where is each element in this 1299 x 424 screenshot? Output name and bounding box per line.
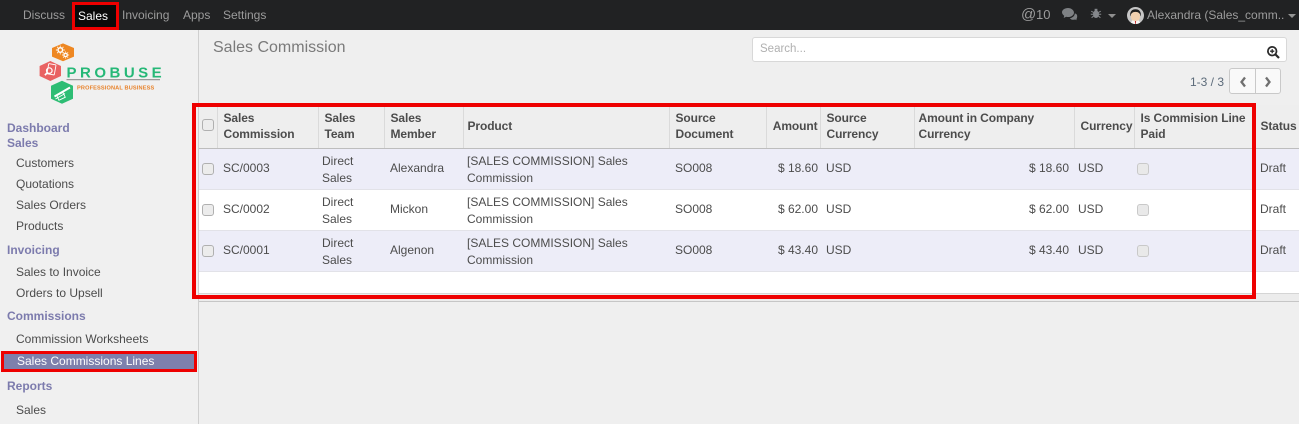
svg-text:PROBUSE: PROBUSE bbox=[67, 64, 166, 81]
svg-text:PROFESSIONAL BUSINESS: PROFESSIONAL BUSINESS bbox=[77, 85, 154, 91]
